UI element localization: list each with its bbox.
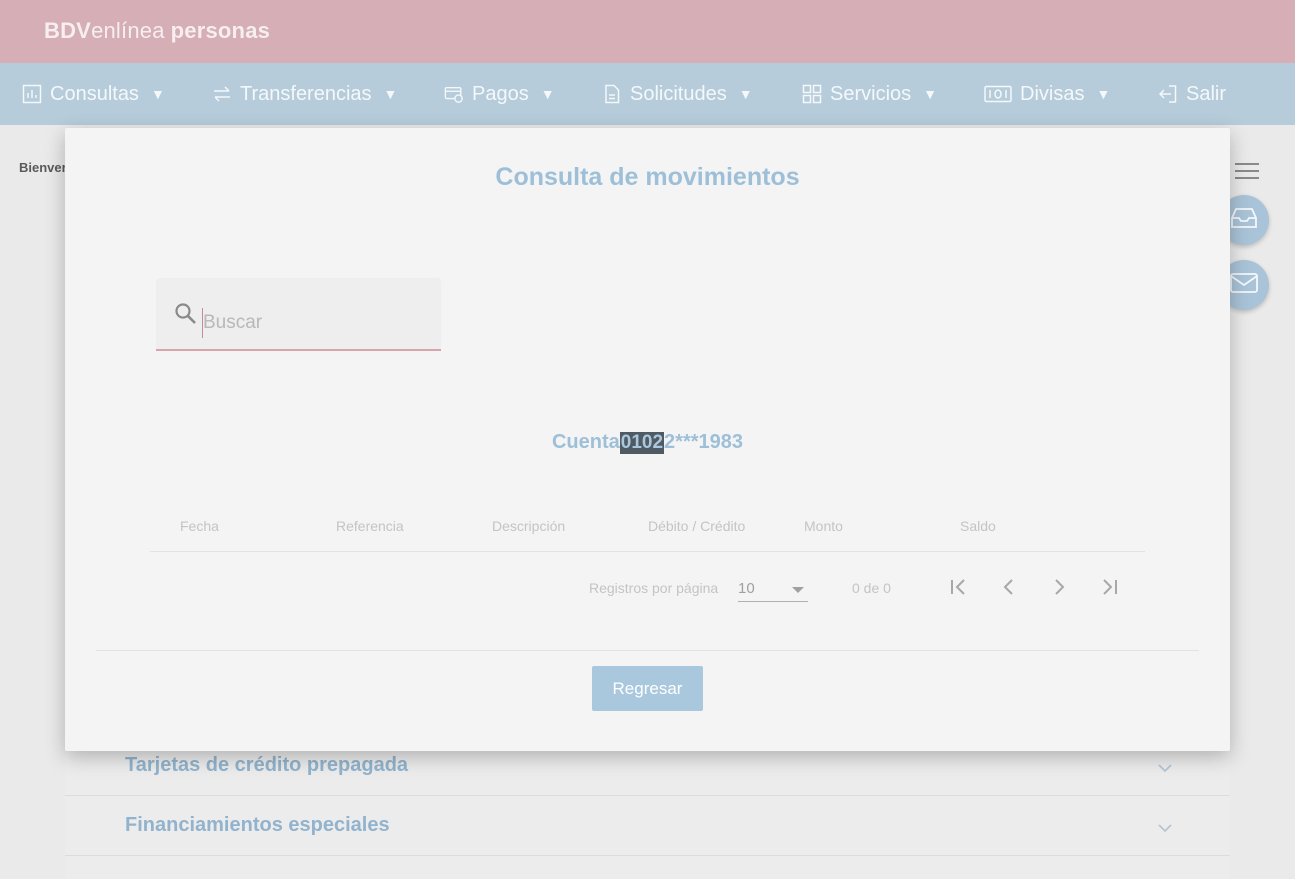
last-page-icon (1098, 576, 1120, 603)
chevron-down-icon (1157, 820, 1173, 838)
modal-divider (96, 650, 1199, 651)
chevron-down-icon (1157, 760, 1173, 778)
hamburger-menu-icon[interactable] (1235, 163, 1259, 181)
table-paginator: Registros por página 10 0 de 0 (150, 568, 1145, 608)
caret-down-icon: ▼ (383, 86, 398, 102)
rows-per-page-label: Registros por página (589, 580, 719, 596)
search-input[interactable] (202, 308, 422, 338)
first-page-icon (948, 576, 970, 603)
first-page-button[interactable] (946, 576, 972, 602)
envelope-icon (1229, 272, 1259, 299)
inbox-icon (1229, 206, 1259, 235)
chevron-right-icon (1048, 576, 1070, 603)
transfer-arrows-icon (212, 84, 232, 104)
caret-down-icon: ▼ (540, 86, 555, 102)
nav-solicitudes-label: Solicitudes (630, 82, 727, 105)
previous-page-button[interactable] (996, 576, 1022, 602)
page-range-label: 0 de 0 (852, 580, 891, 596)
nav-divisas-label: Divisas (1020, 82, 1085, 105)
column-header-debito-credito[interactable]: Débito / Crédito (618, 518, 774, 534)
logout-icon (1158, 84, 1178, 104)
banknote-icon (984, 84, 1012, 104)
nav-transferencias-label: Transferencias (240, 82, 372, 105)
chevron-left-icon (998, 576, 1020, 603)
search-icon (174, 302, 198, 331)
nav-consultas-label: Consultas (50, 82, 139, 105)
back-button[interactable]: Regresar (592, 666, 703, 711)
caret-down-icon: ▼ (923, 86, 937, 102)
nav-divisas[interactable]: Divisas ▼ (984, 63, 1158, 125)
accordion-item-label: Tarjetas de crédito prepagada (125, 754, 409, 776)
card-payment-icon (444, 84, 464, 104)
products-accordion: Tarjetas de crédito prepagada Financiami… (65, 736, 1230, 879)
account-number: Cuenta01022***1983 (65, 431, 1230, 454)
nav-consultas[interactable]: Consultas ▼ (22, 63, 212, 125)
movements-table-header: Fecha Referencia Descripción Débito / Cr… (150, 500, 1145, 552)
main-nav: Consultas ▼ Transferencias ▼ Pagos ▼ Sol… (0, 63, 1295, 125)
account-prefix: Cuenta (551, 431, 620, 453)
caret-down-icon: ▼ (738, 86, 753, 102)
caret-down-icon: ▼ (1096, 86, 1111, 102)
movements-modal: Consulta de movimientos Cuenta01022***19… (65, 128, 1230, 751)
nav-servicios[interactable]: Servicios ▼ (802, 63, 984, 125)
search-field[interactable] (156, 278, 441, 351)
column-header-saldo[interactable]: Saldo (930, 518, 1086, 534)
welcome-text: Bienver (19, 160, 67, 175)
grid-icon (802, 84, 822, 104)
nav-pagos[interactable]: Pagos ▼ (444, 63, 602, 125)
document-icon (602, 84, 622, 104)
rows-per-page-value: 10 (738, 580, 755, 597)
modal-title: Consulta de movimientos (495, 163, 800, 191)
accordion-item[interactable]: Financiamientos especiales (65, 796, 1230, 856)
column-header-referencia[interactable]: Referencia (306, 518, 462, 534)
column-header-fecha[interactable]: Fecha (150, 518, 306, 534)
brand-logo: BDVenlínea personas (44, 18, 271, 43)
nav-solicitudes[interactable]: Solicitudes ▼ (602, 63, 802, 125)
dropdown-arrow-icon (792, 587, 804, 593)
nav-salir[interactable]: Salir (1158, 63, 1226, 125)
column-header-descripcion[interactable]: Descripción (462, 518, 618, 534)
account-suffix: 2***1983 (664, 431, 744, 453)
top-bar: BDVenlínea personas (0, 0, 1295, 63)
caret-down-icon: ▼ (150, 86, 165, 102)
last-page-button[interactable] (1096, 576, 1122, 602)
next-page-button[interactable] (1046, 576, 1072, 602)
nav-salir-label: Salir (1186, 82, 1227, 105)
chart-icon (22, 84, 42, 104)
column-header-monto[interactable]: Monto (774, 518, 930, 534)
nav-servicios-label: Servicios (830, 82, 912, 105)
account-masked-segment: 0102 (619, 432, 665, 454)
rows-per-page-select[interactable]: 10 (738, 576, 808, 602)
nav-transferencias[interactable]: Transferencias ▼ (212, 63, 444, 125)
accordion-item-label: Financiamientos especiales (125, 814, 390, 836)
nav-pagos-label: Pagos (472, 82, 529, 105)
